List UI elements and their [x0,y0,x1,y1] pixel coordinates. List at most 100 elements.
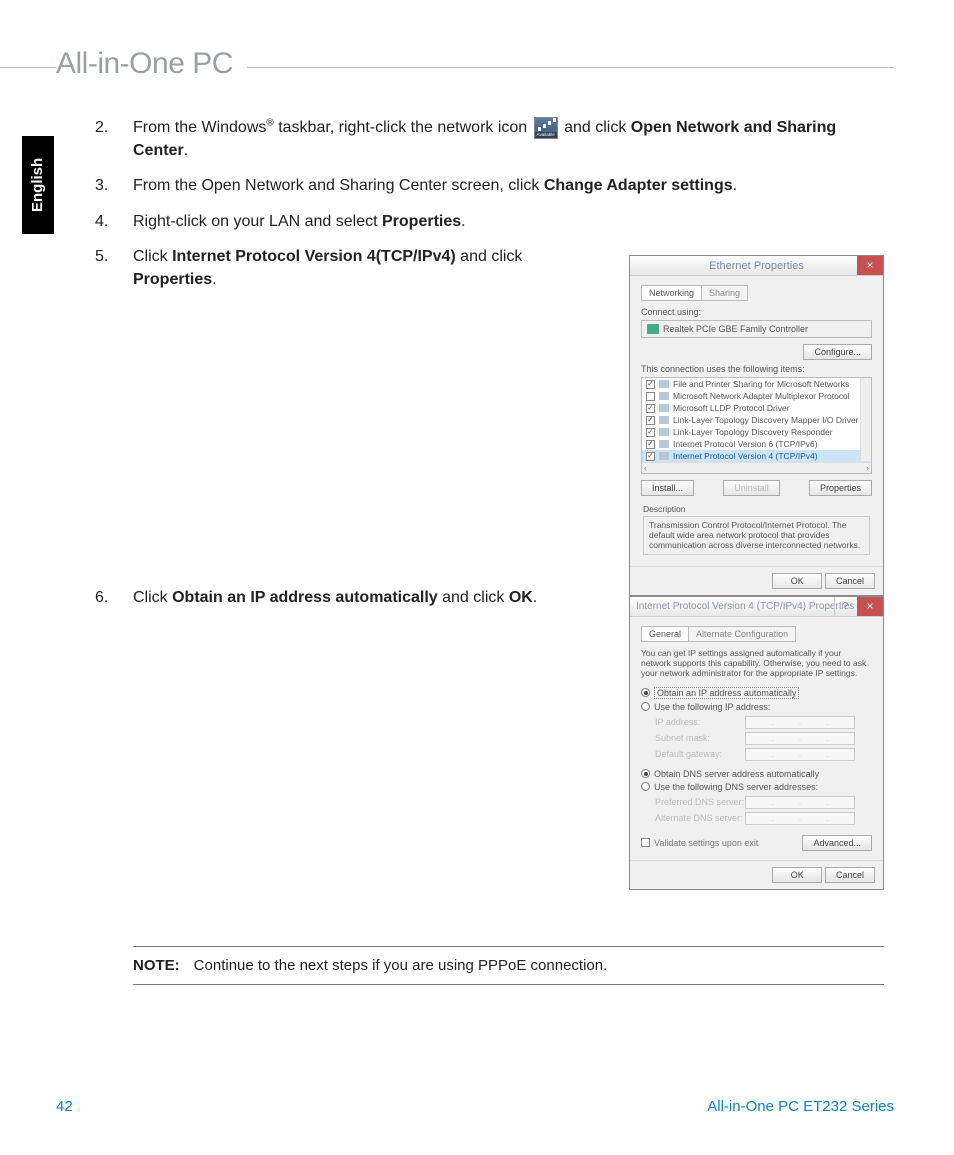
ethernet-properties-dialog: Ethernet Properties × NetworkingSharing … [629,255,884,596]
list-item-selected[interactable]: ✓Internet Protocol Version 4 (TCP/IPv4) [642,450,871,462]
page-header: All-in-One PC [0,52,954,82]
scrollbar-vertical[interactable] [860,378,871,461]
series-label: All-in-One PC ET232 Series [707,1098,894,1115]
ip-fields: IP address:... Subnet mask:... Default g… [655,716,872,761]
checkbox-icon[interactable]: ✓ [646,440,655,449]
radio-icon[interactable] [641,769,650,778]
list-item[interactable]: ✓Internet Protocol Version 6 (TCP/IPv6) [642,438,871,450]
protocol-icon [659,428,669,436]
divider [133,984,884,985]
tab-alternate[interactable]: Alternate Configuration [688,626,796,642]
radio-icon[interactable] [641,782,650,791]
protocol-icon [659,380,669,388]
radio-icon[interactable] [641,688,650,697]
nic-icon [647,324,659,334]
radio-icon[interactable] [641,702,650,711]
list-item[interactable]: ✓Link-Layer Topology Discovery Mapper I/… [642,414,871,426]
dns-fields: Preferred DNS server:... Alternate DNS s… [655,796,872,825]
dialog-titlebar: Internet Protocol Version 4 (TCP/IPv4) P… [630,597,883,617]
dialog-footer: OK Cancel [630,566,883,595]
dialog-title-text: Internet Protocol Version 4 (TCP/IPv4) P… [636,601,854,612]
note-label: NOTE: [133,957,180,974]
alternate-dns-label: Alternate DNS server: [655,813,745,823]
help-icon[interactable]: ? [834,597,856,616]
network-tray-icon [534,117,558,139]
cancel-button[interactable]: Cancel [825,573,875,589]
radio-manual-ip[interactable]: Use the following IP address: [641,702,872,712]
subnet-mask-label: Subnet mask: [655,733,745,743]
checkbox-icon[interactable]: ✓ [646,428,655,437]
step-number: 4. [95,210,133,233]
tab-sharing[interactable]: Sharing [701,285,748,301]
connect-using-label: Connect using: [641,307,872,317]
page-number: 42 [56,1098,73,1115]
description-box: Description Transmission Control Protoco… [641,500,872,557]
dialog-tabs: NetworkingSharing [641,285,872,301]
validate-checkbox[interactable] [641,838,650,847]
nic-field: Realtek PCIe GBE Family Controller [641,320,872,338]
advanced-button[interactable]: Advanced... [802,835,872,851]
list-item[interactable]: ✓Microsoft LLDP Protocol Driver [642,402,871,414]
tab-general[interactable]: General [641,626,689,642]
properties-button[interactable]: Properties [809,480,872,496]
radio-auto-ip[interactable]: Obtain an IP address automatically [641,687,872,699]
gateway-label: Default gateway: [655,749,745,759]
step-4: 4. Right-click on your LAN and select Pr… [95,210,884,233]
content-area: 2. From the Windows® taskbar, right-clic… [95,116,884,621]
description-text: Transmission Control Protocol/Internet P… [643,516,870,555]
ok-button[interactable]: OK [772,573,822,589]
checkbox-icon[interactable] [646,392,655,401]
language-tab: English [22,136,54,234]
checkbox-icon[interactable]: ✓ [646,380,655,389]
step-5: 5. Click Internet Protocol Version 4(TCP… [95,245,555,291]
list-item[interactable]: Microsoft Network Adapter Multiplexor Pr… [642,390,871,402]
cancel-button[interactable]: Cancel [825,867,875,883]
radio-manual-dns[interactable]: Use the following DNS server addresses: [641,782,872,792]
dialog-tabs: GeneralAlternate Configuration [641,626,872,642]
validate-row: Validate settings upon exit Advanced... [641,835,872,851]
ok-button[interactable]: OK [772,867,822,883]
step-text: From the Open Network and Sharing Center… [133,174,884,197]
step-text: Right-click on your LAN and select Prope… [133,210,884,233]
checkbox-icon[interactable]: ✓ [646,416,655,425]
step-text: From the Windows® taskbar, right-click t… [133,116,873,162]
intro-text: You can get IP settings assigned automat… [641,648,872,679]
close-icon[interactable]: × [857,597,883,616]
protocol-icon [659,392,669,400]
document-title: All-in-One PC [56,47,247,81]
list-item[interactable]: ✓Link-Layer Topology Discovery Responder [642,426,871,438]
configure-button[interactable]: Configure... [803,344,872,360]
dialog-titlebar: Ethernet Properties × [630,256,883,276]
validate-label: Validate settings upon exit [654,838,758,848]
description-label: Description [643,504,870,514]
connection-items-list[interactable]: ✓File and Printer Sharing for Microsoft … [641,377,872,474]
ipv4-properties-dialog: Internet Protocol Version 4 (TCP/IPv4) P… [629,596,884,890]
scrollbar-horizontal[interactable]: ‹› [642,462,871,473]
step-3: 3. From the Open Network and Sharing Cen… [95,174,884,197]
preferred-dns-input: ... [745,796,855,809]
ip-address-input: ... [745,716,855,729]
page-footer: 42 All-in-One PC ET232 Series [56,1098,894,1115]
note-row: NOTE: Continue to the next steps if you a… [133,947,884,984]
note-block: NOTE: Continue to the next steps if you a… [133,946,884,985]
note-text: Continue to the next steps if you are us… [194,957,608,974]
tab-networking[interactable]: Networking [641,285,702,301]
step-number: 3. [95,174,133,197]
list-item[interactable]: ✓File and Printer Sharing for Microsoft … [642,378,871,390]
alternate-dns-input: ... [745,812,855,825]
connection-items-label: This connection uses the following items… [641,364,872,374]
close-icon[interactable]: × [857,256,883,275]
item-buttons: Install... Uninstall Properties [641,480,872,496]
step-text: Click Obtain an IP address automatically… [133,586,555,609]
checkbox-icon[interactable]: ✓ [646,452,655,461]
ip-address-label: IP address: [655,717,745,727]
dialog-title-text: Ethernet Properties [709,260,804,272]
install-button[interactable]: Install... [641,480,694,496]
checkbox-icon[interactable]: ✓ [646,404,655,413]
gateway-input: ... [745,748,855,761]
step-number: 2. [95,116,133,162]
protocol-icon [659,416,669,424]
nic-name: Realtek PCIe GBE Family Controller [663,324,808,334]
preferred-dns-label: Preferred DNS server: [655,797,745,807]
radio-auto-dns[interactable]: Obtain DNS server address automatically [641,769,872,779]
